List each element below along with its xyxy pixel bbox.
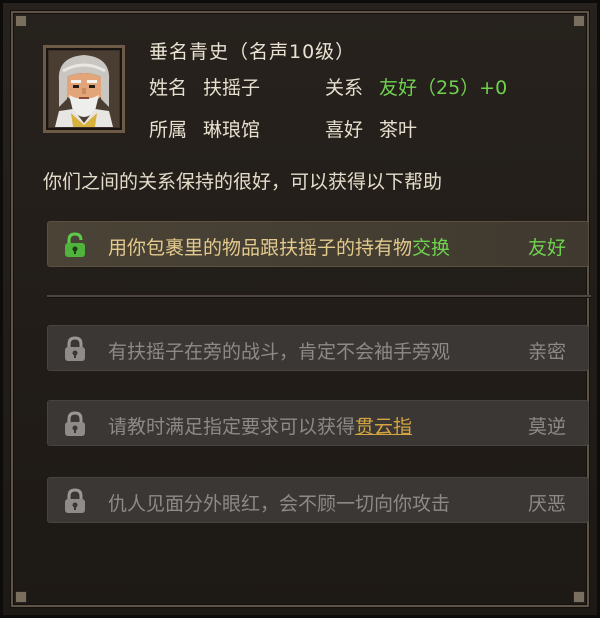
frame-corner bbox=[573, 591, 585, 603]
frame-corner bbox=[573, 15, 585, 27]
benefit-row-exchange[interactable]: 用你包裹里的物品跟扶摇子的持有物交换 友好 bbox=[47, 221, 589, 267]
relationship-panel: 垂名青史（名声10级） 姓名 扶摇子 关系 友好（25）+0 所属 琳琅馆 喜好… bbox=[0, 0, 600, 618]
hobby-value: 茶叶 bbox=[379, 119, 418, 141]
name-label: 姓名 bbox=[149, 77, 188, 99]
character-name: 扶摇子 bbox=[203, 77, 261, 99]
elder-portrait-icon bbox=[49, 51, 119, 127]
padlock-icon bbox=[65, 411, 85, 436]
frame-corner bbox=[15, 591, 27, 603]
benefit-tag: 友好 bbox=[527, 237, 566, 259]
exchange-link[interactable]: 交换 bbox=[412, 237, 450, 259]
benefit-text: 仇人见面分外眼红，会不顾一切向你攻击 bbox=[108, 493, 451, 515]
padlock-icon bbox=[65, 336, 85, 361]
benefit-text: 用你包裹里的物品跟扶摇子的持有物交换 bbox=[108, 233, 450, 260]
benefit-text-main: 请教时满足指定要求可以获得 bbox=[108, 416, 356, 438]
benefit-row-hostile: 仇人见面分外眼红，会不顾一切向你攻击 厌恶 bbox=[47, 477, 589, 523]
frame-corner bbox=[15, 15, 27, 27]
benefit-tag: 莫逆 bbox=[527, 416, 566, 438]
open-padlock-icon bbox=[65, 232, 85, 257]
relation-label: 关系 bbox=[325, 77, 364, 99]
relation-description: 你们之间的关系保持的很好，可以获得以下帮助 bbox=[43, 171, 443, 193]
benefit-text: 请教时满足指定要求可以获得贯云指 bbox=[108, 412, 412, 439]
skill-link[interactable]: 贯云指 bbox=[355, 416, 412, 438]
benefit-text-main: 用你包裹里的物品跟扶摇子的持有物 bbox=[108, 237, 413, 259]
relation-value: 友好（25）+0 bbox=[379, 77, 508, 99]
faction-label: 所属 bbox=[149, 119, 188, 141]
benefit-row-teaching: 请教时满足指定要求可以获得贯云指 莫逆 bbox=[47, 400, 589, 446]
benefit-text: 有扶摇子在旁的战斗，肯定不会袖手旁观 bbox=[108, 341, 451, 363]
benefit-tag: 厌恶 bbox=[527, 493, 566, 515]
benefit-row-battle-help: 有扶摇子在旁的战斗，肯定不会袖手旁观 亲密 bbox=[47, 325, 589, 371]
divider bbox=[47, 295, 591, 298]
hobby-label: 喜好 bbox=[325, 119, 364, 141]
reputation-title: 垂名青史（名声10级） bbox=[149, 41, 356, 63]
benefit-tag: 亲密 bbox=[527, 341, 566, 363]
character-avatar bbox=[43, 45, 125, 133]
padlock-icon bbox=[65, 488, 85, 513]
faction-value: 琳琅馆 bbox=[203, 119, 261, 141]
